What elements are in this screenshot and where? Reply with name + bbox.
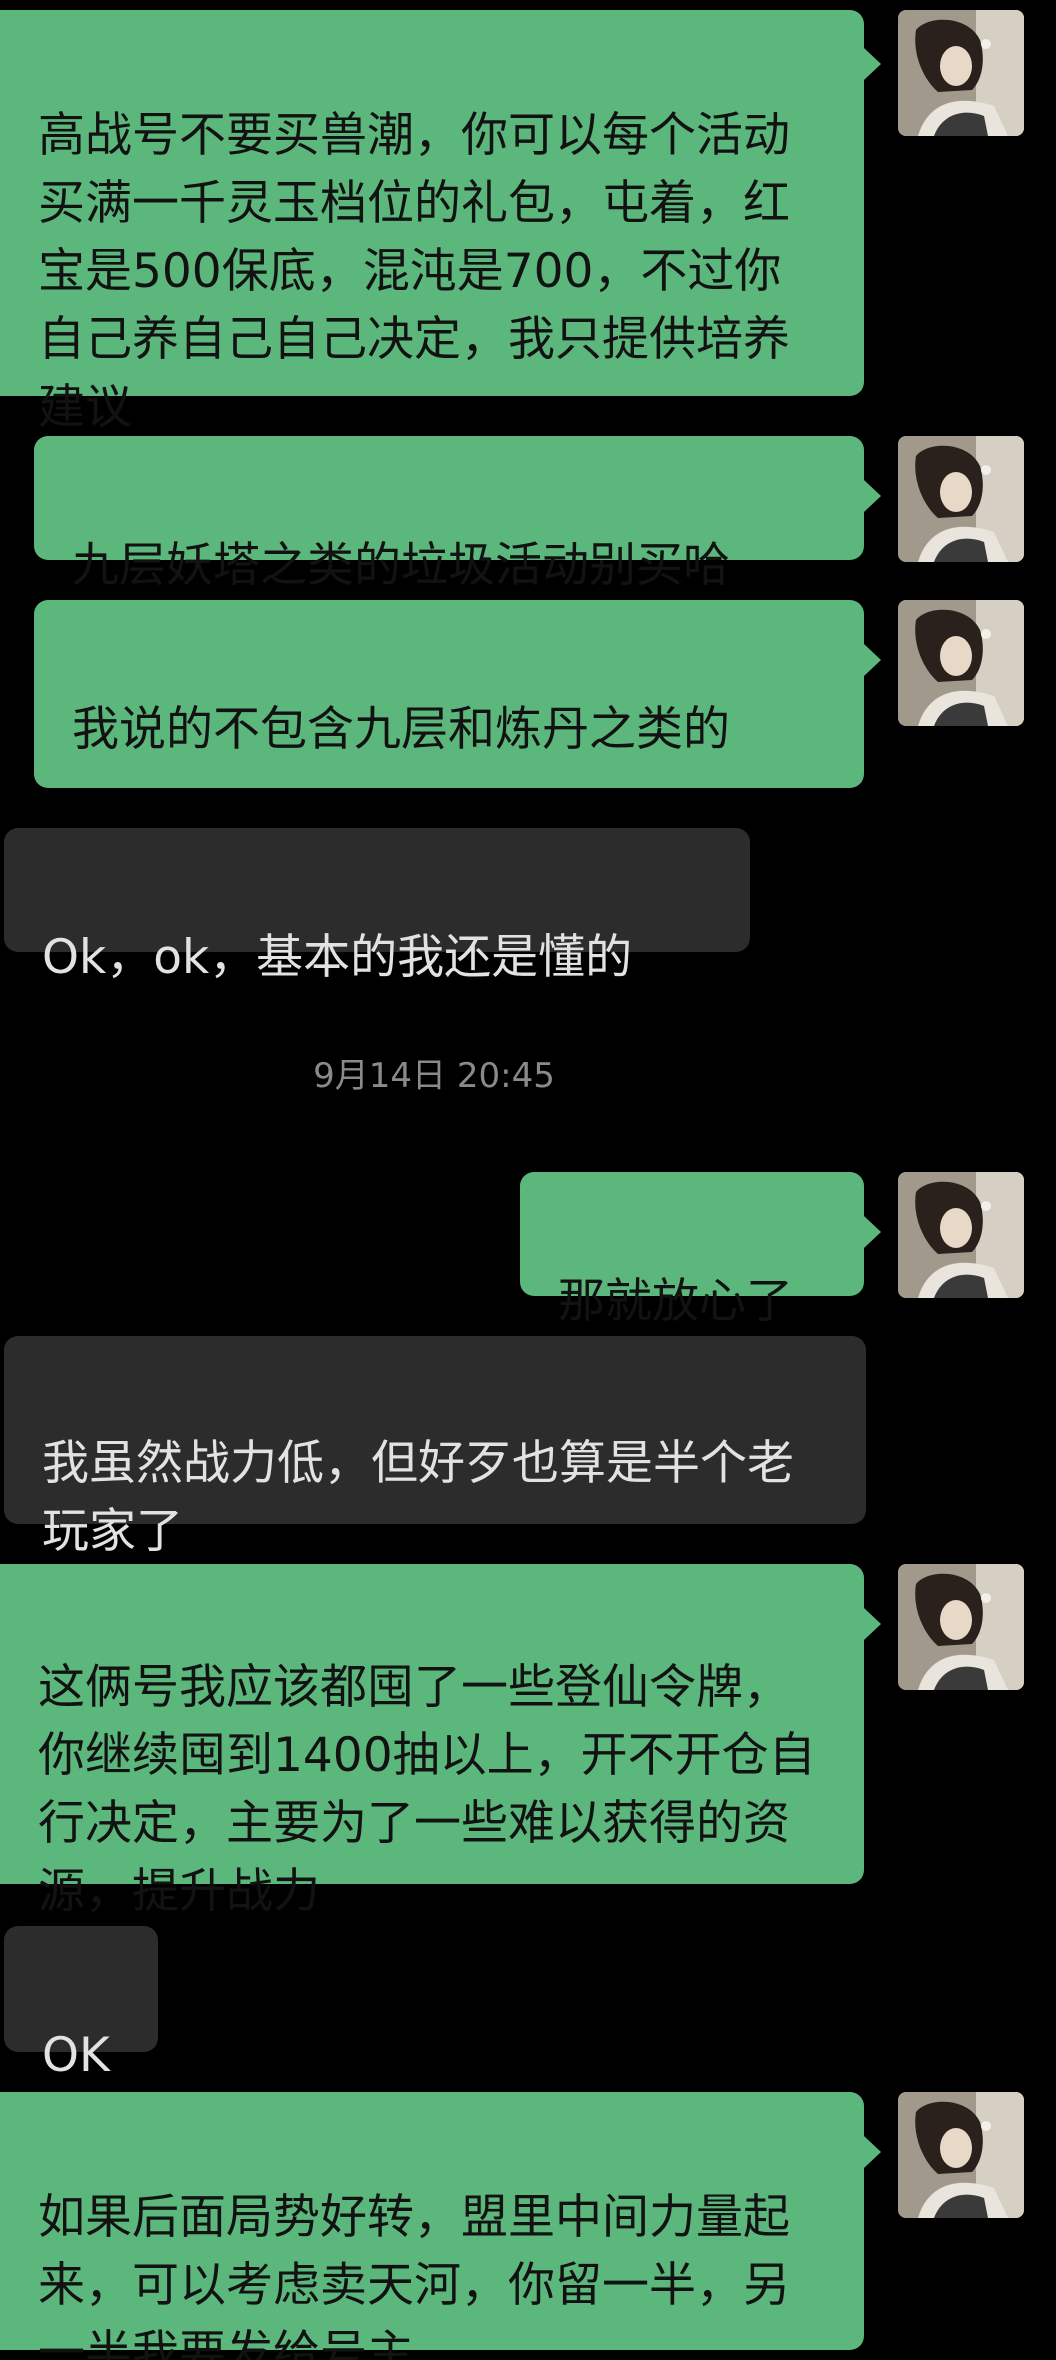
avatar-image — [898, 600, 1024, 726]
avatar[interactable] — [898, 1172, 1024, 1298]
bubble-tail — [864, 1216, 881, 1248]
message-text: Ok，ok，基本的我还是懂的 — [42, 930, 633, 985]
bubble-tail — [864, 1608, 881, 1640]
message-text: 那就放心了 — [558, 1274, 793, 1329]
avatar[interactable] — [898, 600, 1024, 726]
message-text: OK — [42, 2028, 110, 2083]
face-with-tears-of-joy-emoji — [72, 764, 128, 886]
avatar-image — [898, 436, 1024, 562]
message-bubble-outgoing[interactable]: 那就放心了 — [520, 1172, 864, 1329]
avatar-image — [898, 1564, 1024, 1690]
avatar[interactable] — [898, 10, 1024, 136]
avatar[interactable] — [898, 1564, 1024, 1690]
message-bubble-outgoing[interactable]: 我说的不包含九层和炼丹之类的 — [34, 600, 864, 886]
avatar-image — [898, 10, 1024, 136]
message-text: 我虽然战力低，但好歹也算是半个老玩家了 — [42, 1436, 794, 1559]
bubble-tail — [864, 48, 881, 80]
message-bubble-incoming[interactable]: Ok，ok，基本的我还是懂的 — [4, 828, 750, 985]
message-bubble-outgoing[interactable]: 如果后面局势好转，盟里中间力量起来，可以考虑卖天河，你留一半，另一半我要发给号主 — [0, 2092, 864, 2360]
message-bubble-outgoing[interactable]: 这俩号我应该都囤了一些登仙令牌，你继续囤到1400抽以上，开不开仓自行决定，主要… — [0, 1564, 864, 1919]
bubble-tail — [864, 644, 881, 676]
message-text: 高战号不要买兽潮，你可以每个活动买满一千灵玉档位的礼包，屯着，红宝是500保底，… — [38, 108, 790, 435]
avatar-image — [898, 1172, 1024, 1298]
bubble-tail — [864, 2136, 881, 2168]
avatar[interactable] — [898, 436, 1024, 562]
message-bubble-outgoing[interactable]: 高战号不要买兽潮，你可以每个活动买满一千灵玉档位的礼包，屯着，红宝是500保底，… — [0, 10, 864, 435]
message-bubble-incoming[interactable]: 我虽然战力低，但好歹也算是半个老玩家了 — [4, 1336, 866, 1688]
message-bubble-incoming[interactable]: OK — [4, 1926, 158, 2083]
message-text: 我说的不包含九层和炼丹之类的 — [72, 702, 730, 757]
chat-timestamp: 9月14日 20:45 — [313, 1056, 555, 1096]
chat-screen: 高战号不要买兽潮，你可以每个活动买满一千灵玉档位的礼包，屯着，红宝是500保底，… — [0, 0, 1056, 2360]
message-text: 这俩号我应该都囤了一些登仙令牌，你继续囤到1400抽以上，开不开仓自行决定，主要… — [38, 1660, 816, 1919]
bubble-tail — [864, 480, 881, 512]
message-bubble-outgoing[interactable]: 九层妖塔之类的垃圾活动别买哈 — [34, 436, 864, 593]
avatar-image — [898, 2092, 1024, 2218]
message-text: 九层妖塔之类的垃圾活动别买哈 — [72, 538, 730, 593]
avatar[interactable] — [898, 2092, 1024, 2218]
message-text: 如果后面局势好转，盟里中间力量起来，可以考虑卖天河，你留一半，另一半我要发给号主 — [38, 2190, 790, 2360]
